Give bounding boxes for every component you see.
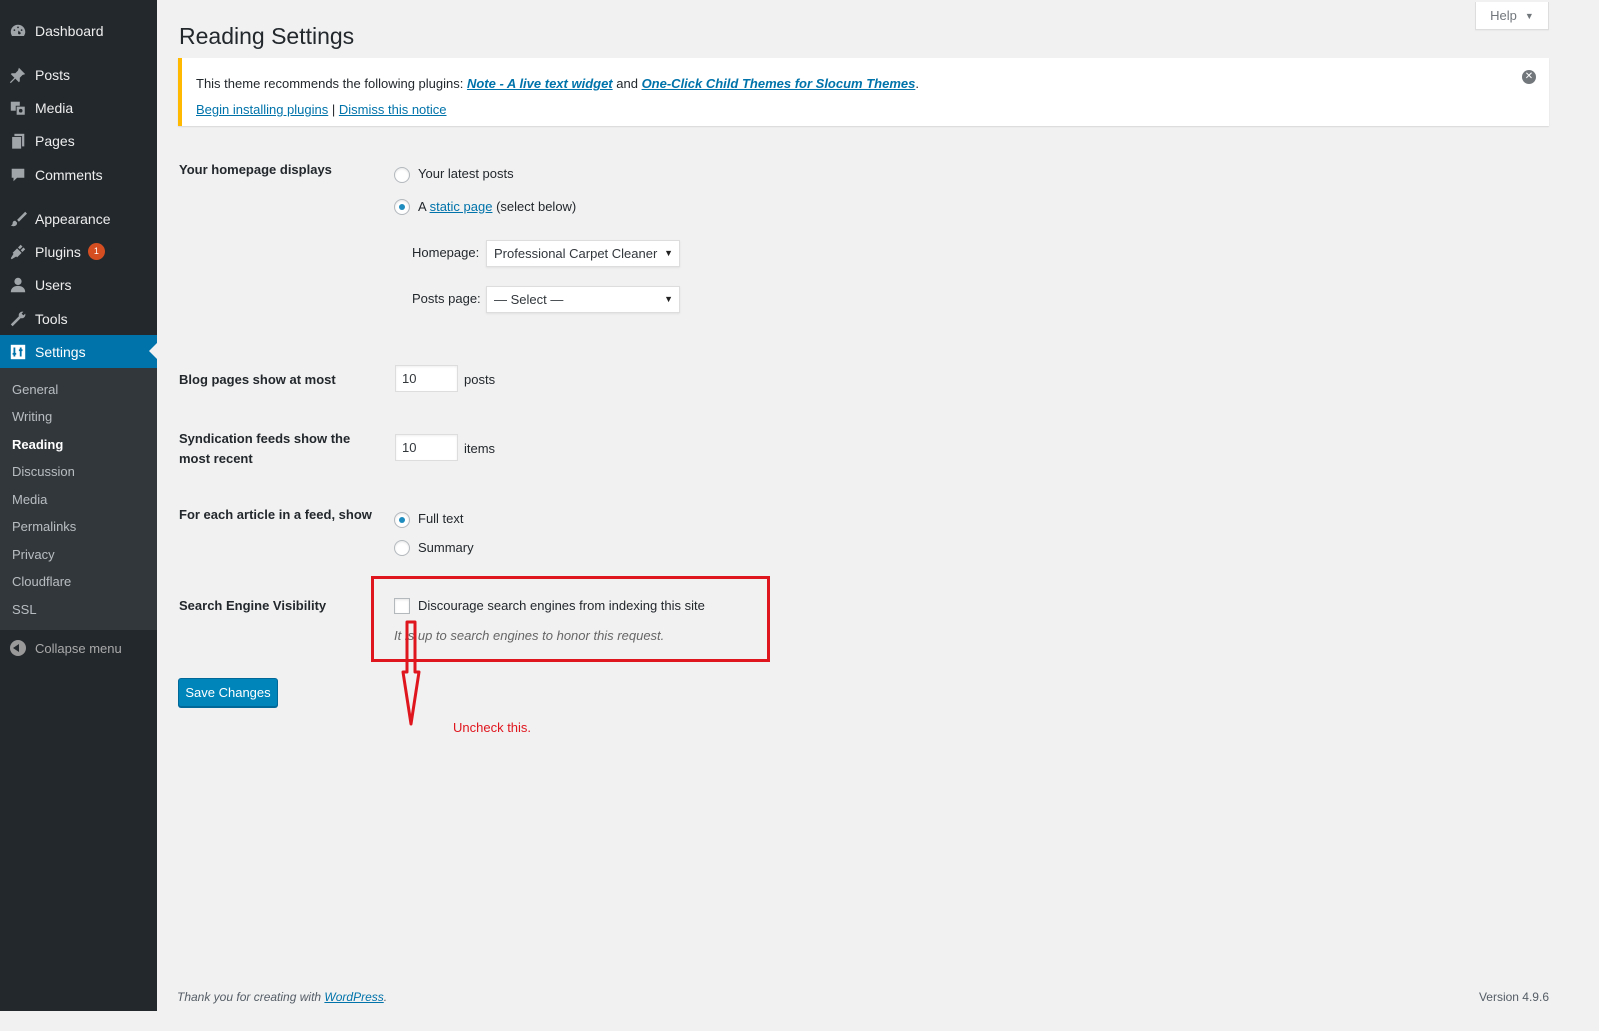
brush-icon bbox=[8, 209, 28, 229]
radio-static-page-label: A static page (select below) bbox=[418, 199, 576, 214]
dropdown-arrow-icon: ▼ bbox=[664, 248, 673, 258]
menu-item-dashboard[interactable]: Dashboard bbox=[0, 14, 157, 47]
menu-item-plugins[interactable]: Plugins 1 bbox=[0, 235, 157, 268]
notice-text: This theme recommends the following plug… bbox=[196, 76, 467, 91]
page-title: Reading Settings bbox=[179, 23, 355, 49]
media-icon bbox=[8, 98, 28, 118]
menu-item-media[interactable]: Media bbox=[0, 91, 157, 124]
menu-label: Settings bbox=[35, 343, 86, 360]
radio-full-text-label: Full text bbox=[418, 511, 464, 526]
user-icon bbox=[8, 275, 28, 295]
dismiss-icon[interactable]: ✕ bbox=[1522, 70, 1536, 84]
help-tab-button[interactable]: Help ▼ bbox=[1475, 2, 1549, 30]
save-changes-button[interactable]: Save Changes bbox=[178, 678, 278, 707]
search-visibility-label: Search Engine Visibility bbox=[179, 598, 327, 613]
submenu-reading[interactable]: Reading bbox=[12, 437, 63, 452]
menu-item-posts[interactable]: Posts bbox=[0, 58, 157, 91]
feed-article-label: For each article in a feed, show bbox=[179, 507, 372, 522]
static-prefix: A bbox=[418, 199, 430, 214]
menu-label: Dashboard bbox=[35, 22, 104, 39]
posts-per-page-unit: posts bbox=[464, 372, 496, 387]
footer-text: Thank you for creating with bbox=[177, 990, 325, 1004]
annotation-highlight-box bbox=[371, 576, 770, 662]
submenu-writing[interactable]: Writing bbox=[12, 409, 52, 424]
radio-full-text[interactable] bbox=[394, 512, 410, 528]
dismiss-notice-link[interactable]: Dismiss this notice bbox=[339, 102, 447, 117]
annotation-arrow-icon bbox=[401, 620, 421, 726]
annotation-text: Uncheck this. bbox=[453, 720, 532, 735]
submenu-permalinks[interactable]: Permalinks bbox=[12, 519, 76, 534]
blog-pages-label: Blog pages show at most bbox=[179, 372, 336, 387]
notice-separator: | bbox=[328, 102, 339, 117]
syndication-label-line1: Syndication feeds show the bbox=[179, 431, 351, 446]
settings-submenu: General Writing Reading Discussion Media… bbox=[0, 368, 157, 630]
pages-icon bbox=[8, 131, 28, 151]
submenu-ssl[interactable]: SSL bbox=[12, 602, 37, 617]
help-label: Help bbox=[1490, 8, 1517, 23]
submenu-general[interactable]: General bbox=[12, 382, 58, 397]
plugin-link-note[interactable]: Note - A live text widget bbox=[467, 76, 613, 91]
homepage-select-label: Homepage: bbox=[412, 245, 480, 260]
plugin-link-child-themes[interactable]: One-Click Child Themes for Slocum Themes bbox=[642, 76, 916, 91]
posts-per-rss-unit: items bbox=[464, 441, 496, 456]
homepage-select[interactable]: Professional Carpet Cleaner ▼ bbox=[486, 240, 680, 267]
syndication-label-line2: most recent bbox=[179, 451, 253, 466]
static-suffix: (select below) bbox=[492, 199, 577, 214]
menu-label: Comments bbox=[35, 166, 103, 183]
plugin-update-badge: 1 bbox=[87, 243, 105, 260]
radio-summary[interactable] bbox=[394, 540, 410, 556]
menu-label: Posts bbox=[35, 66, 71, 83]
posts-per-rss-input[interactable] bbox=[395, 434, 458, 461]
submenu-cloudflare[interactable]: Cloudflare bbox=[12, 574, 71, 589]
footer-text: . bbox=[383, 990, 388, 1004]
admin-sidebar: Dashboard Posts Media Pages Comments App… bbox=[0, 0, 157, 1011]
menu-label: Pages bbox=[35, 132, 75, 149]
menu-item-comments[interactable]: Comments bbox=[0, 158, 157, 191]
comment-icon bbox=[8, 165, 28, 185]
radio-latest-posts-label: Your latest posts bbox=[418, 166, 514, 181]
posts-page-select[interactable]: — Select — ▼ bbox=[486, 286, 680, 313]
menu-label: Plugins bbox=[35, 243, 81, 260]
menu-label: Appearance bbox=[35, 210, 111, 227]
radio-latest-posts[interactable] bbox=[394, 167, 410, 183]
posts-page-select-value: — Select — bbox=[494, 292, 564, 307]
menu-item-pages[interactable]: Pages bbox=[0, 124, 157, 157]
submenu-media[interactable]: Media bbox=[12, 492, 47, 507]
begin-installing-link[interactable]: Begin installing plugins bbox=[196, 102, 328, 117]
notice-text: . bbox=[915, 76, 919, 91]
footer-version: Version 4.9.6 bbox=[1478, 990, 1549, 1004]
plugin-recommendation-notice: This theme recommends the following plug… bbox=[178, 58, 1549, 126]
static-page-link[interactable]: static page bbox=[430, 199, 493, 214]
menu-item-users[interactable]: Users bbox=[0, 268, 157, 301]
posts-page-select-label: Posts page: bbox=[412, 291, 481, 306]
menu-item-settings[interactable]: Settings bbox=[0, 335, 157, 368]
dashboard-icon bbox=[8, 21, 28, 41]
collapse-label: Collapse menu bbox=[35, 640, 122, 656]
homepage-select-value: Professional Carpet Cleaner bbox=[494, 246, 658, 261]
notice-message: This theme recommends the following plug… bbox=[196, 76, 919, 91]
homepage-displays-label: Your homepage displays bbox=[179, 162, 332, 177]
notice-actions: Begin installing plugins | Dismiss this … bbox=[196, 102, 447, 117]
dropdown-arrow-icon: ▼ bbox=[664, 294, 673, 304]
radio-summary-label: Summary bbox=[418, 540, 474, 555]
posts-per-page-input[interactable] bbox=[395, 365, 458, 392]
menu-label: Tools bbox=[35, 310, 68, 327]
submenu-discussion[interactable]: Discussion bbox=[12, 464, 75, 479]
submenu-privacy[interactable]: Privacy bbox=[12, 547, 55, 562]
menu-label: Media bbox=[35, 99, 74, 116]
radio-static-page[interactable] bbox=[394, 199, 410, 215]
menu-label: Users bbox=[35, 276, 72, 293]
menu-item-tools[interactable]: Tools bbox=[0, 302, 157, 335]
notice-text: and bbox=[612, 76, 642, 91]
caret-down-icon: ▼ bbox=[1524, 10, 1534, 21]
wrench-icon bbox=[8, 309, 28, 329]
wordpress-link[interactable]: WordPress bbox=[324, 990, 383, 1004]
collapse-menu-button[interactable]: Collapse menu bbox=[0, 636, 157, 660]
pin-icon bbox=[8, 65, 28, 85]
collapse-arrow-icon bbox=[10, 640, 26, 656]
footer-thanks: Thank you for creating with WordPress. bbox=[177, 990, 387, 1004]
plugin-icon bbox=[8, 242, 28, 262]
menu-item-appearance[interactable]: Appearance bbox=[0, 202, 157, 235]
settings-icon bbox=[8, 342, 28, 362]
